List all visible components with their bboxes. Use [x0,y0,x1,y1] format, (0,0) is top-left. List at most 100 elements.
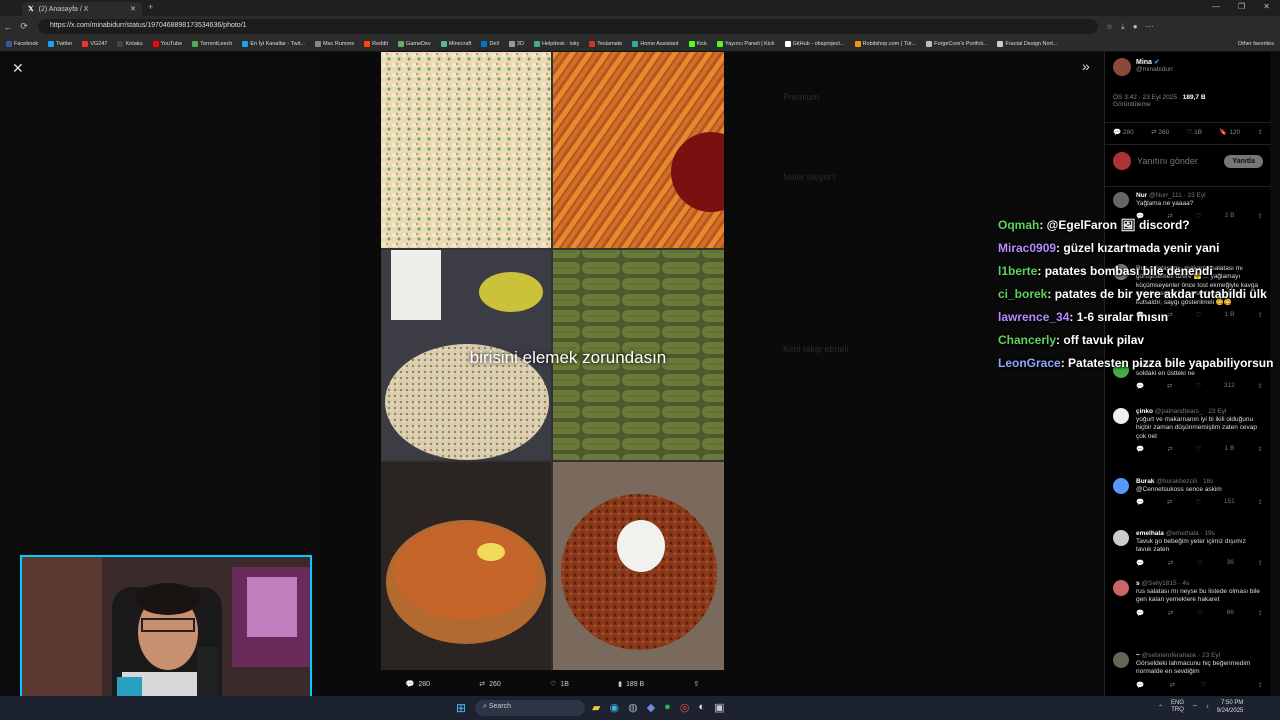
bookmark-item[interactable]: Helpdesk : loky [533,41,579,47]
bookmark-item[interactable]: Teslamate [589,41,622,47]
steam-icon[interactable]: ◍ [628,701,638,714]
repost-icon[interactable]: ⇄ [1167,382,1172,390]
back-icon[interactable]: ← [0,22,16,32]
spotify-icon[interactable]: ● [664,701,671,714]
reply-icon[interactable]: 💬 [1136,498,1144,506]
heart-icon[interactable]: ♡ [1197,559,1203,567]
share-icon[interactable]: ⇪ [1258,382,1263,390]
taskbar-clock[interactable]: 7:50 PM 9/24/2025 [1217,699,1244,715]
heart-icon[interactable]: ♡ [1196,445,1202,453]
close-viewer-icon[interactable]: ✕ [12,60,24,77]
likes-stat[interactable]: ♡ 1B [1187,128,1203,136]
minimize-icon[interactable]: — [1212,2,1220,11]
repost-icon[interactable]: ⇄ [1167,498,1172,506]
profile-icon[interactable]: ● [1133,22,1138,32]
bookmark-item[interactable]: Reddit [364,41,388,47]
reply-icon[interactable]: 💬 [1136,559,1144,567]
share-icon[interactable]: ⇪ [1258,445,1263,453]
reply-icon[interactable]: 💬 [1136,382,1144,390]
url-field[interactable]: https://x.com/minabidurr/status/19704688… [38,19,1098,34]
menu-icon[interactable]: ⋯ [1146,22,1154,32]
bookmark-item[interactable]: Robitshop.com | Tür... [854,41,916,47]
collapse-sidebar-icon[interactable]: » [1082,58,1090,74]
bookmark-item[interactable]: GameDev [398,41,431,47]
reply-action[interactable]: 💬 280 [406,680,430,689]
share-icon[interactable]: ⇪ [1258,609,1263,617]
repost-icon[interactable]: ⇄ [1168,609,1173,617]
file-explorer-icon[interactable]: ▰ [592,701,600,714]
bookmarks-stat[interactable]: 🔖 120 [1219,128,1240,136]
reload-icon[interactable]: ⟳ [16,21,32,32]
window-close-icon[interactable]: ✕ [1263,2,1270,11]
new-tab-button[interactable]: + [148,2,153,12]
comment-item[interactable]: Burak @burakbezcili · 18s @Cennetsukoss … [1113,478,1263,506]
app-icon[interactable]: ▣ [714,701,724,714]
heart-icon[interactable]: ♡ [1201,681,1207,689]
network-icon[interactable]: ⌔ [1192,703,1198,711]
tab-close-icon[interactable]: ✕ [130,5,136,13]
heart-icon[interactable]: ♡ [1197,609,1203,617]
author-avatar[interactable] [1113,58,1131,76]
comment-item[interactable]: emelhala @emelhala · 19s Tavuk go bebeği… [1113,530,1263,567]
bookmark-item[interactable]: Home Assistant [632,41,679,47]
bookmark-item[interactable]: Dell [481,41,499,47]
comment-item[interactable]: ~ @sebnemferahask · 23 Eyl Görseldeki la… [1113,652,1263,689]
tray-chevron-icon[interactable]: ⌃ [1158,704,1163,711]
browser-tab[interactable]: 𝕏 (2) Anasayfa / X ✕ [22,2,142,16]
repost-icon[interactable]: ⇄ [1168,559,1173,567]
bookmark-item[interactable]: GitHub - obsproject... [784,41,845,47]
share-icon[interactable]: ⇪ [1258,681,1263,689]
bookmark-item[interactable]: Facebook [6,41,38,47]
tweet-author[interactable]: Mina ✔ @minabidurr [1113,58,1173,76]
replies-stat[interactable]: 💬 280 [1113,128,1134,136]
comment-avatar[interactable] [1113,652,1129,668]
comment-avatar[interactable] [1113,580,1129,596]
repost-icon[interactable]: ⇄ [1170,681,1175,689]
obs-icon[interactable]: ◐ [698,701,705,714]
comment-item[interactable]: s @Selly1815 · 4s rus salatası mı neyse … [1113,580,1263,617]
comment-avatar[interactable] [1113,478,1129,494]
bookmark-item[interactable]: En İyi Kanallar - Twit... [242,41,305,47]
volume-icon[interactable]: ♪ [1206,704,1209,710]
bookmark-item[interactable]: Mac Rumors [314,41,354,47]
bookmark-item[interactable]: TorrentLeech [192,41,232,47]
comment-avatar[interactable] [1113,530,1129,546]
bookmark-item[interactable]: VG247 [82,41,107,47]
other-favorites[interactable]: Other favorites [1238,41,1280,47]
heart-icon[interactable]: ♡ [1195,382,1201,390]
reply-icon[interactable]: 💬 [1136,445,1144,453]
reply-icon[interactable]: 💬 [1136,681,1144,689]
reposts-stat[interactable]: ⇄ 260 [1151,128,1169,136]
views-action[interactable]: ▮ 189 B [618,680,644,689]
taskbar-search[interactable]: ⌕ Search [475,700,585,716]
reply-input[interactable]: Yanıtını gönder [1137,156,1198,166]
star-icon[interactable]: ☆ [1106,22,1113,32]
bookmark-item[interactable]: YouTube [152,41,182,47]
like-action[interactable]: ♡ 1B [550,680,569,689]
repost-action[interactable]: ⇄ 260 [479,680,501,689]
bookmark-item[interactable]: Yayıncı Paneli | Kick [716,41,775,47]
bookmark-item[interactable]: Kick [688,41,707,47]
download-icon[interactable]: ⤓ [1121,22,1125,32]
share-icon[interactable]: ⇪ [1258,498,1263,506]
bookmark-item[interactable]: Twitter [48,41,72,47]
comment-item[interactable]: çinko @palnandtears_ · 23 Eyl yoğurt ve … [1113,408,1263,453]
comment-avatar[interactable] [1113,192,1129,208]
reply-button[interactable]: Yanıtla [1224,154,1263,168]
edge-icon[interactable]: ◉ [609,701,619,714]
language-indicator[interactable]: ENG TRQ [1171,700,1184,714]
bookmark-item[interactable]: ForgeCore's Portfoli... [926,41,987,47]
bookmark-item[interactable]: 3D [508,41,524,47]
share-icon[interactable]: ⇪ [1258,128,1263,136]
comment-avatar[interactable] [1113,408,1129,424]
restore-icon[interactable]: ❐ [1238,2,1245,11]
reply-icon[interactable]: 💬 [1136,609,1144,617]
windows-start-icon[interactable]: ⊞ [456,701,466,715]
share-icon[interactable]: ⇪ [1258,559,1263,567]
discord-icon[interactable]: ◆ [647,701,655,714]
chrome-icon[interactable]: ◎ [680,701,690,714]
bookmark-item[interactable]: Kotaku [117,41,143,47]
repost-icon[interactable]: ⇄ [1167,445,1172,453]
heart-icon[interactable]: ♡ [1195,498,1201,506]
share-action[interactable]: ⇪ [693,680,699,688]
